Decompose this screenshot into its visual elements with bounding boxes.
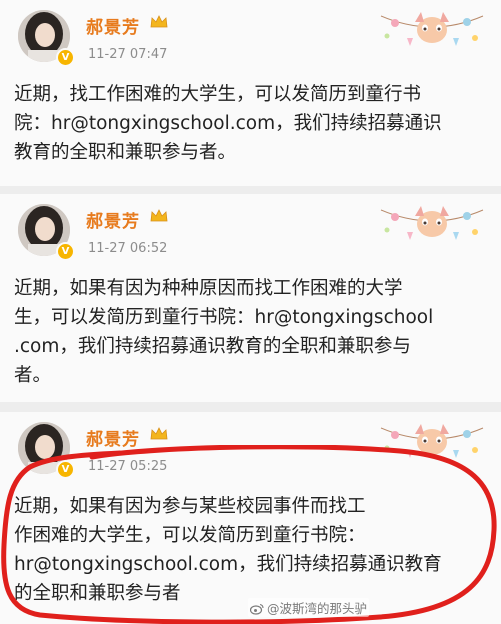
- author-name[interactable]: 郝景芳: [86, 207, 140, 232]
- post-timestamp: 11-27 05:25: [88, 459, 168, 474]
- post-line: 教育的全职和兼职参与者。: [14, 142, 237, 163]
- weibo-icon: [250, 603, 264, 615]
- weibo-post: V 郝景芳 11-27 06:52 近期，如果有因为种种原因而找工作困难的大学 …: [0, 194, 501, 402]
- crown-icon: [150, 15, 168, 28]
- post-line: 生，可以发简历到童行书院：hr@tongxingschool: [14, 307, 434, 328]
- author-name[interactable]: 郝景芳: [86, 425, 140, 450]
- post-timestamp: 11-27 06:52: [88, 241, 168, 256]
- weibo-post: V 郝景芳 11-27 07:47 近期，找工作困难的大学生，可以发简历到童行书…: [0, 0, 501, 186]
- watermark-text: @波斯湾的那头驴: [267, 601, 368, 616]
- card-decoration-icon: [380, 12, 484, 46]
- card-decoration-icon: [380, 424, 484, 458]
- post-line: 近期，如果有因为种种原因而找工作困难的大学: [14, 278, 403, 299]
- verified-badge-icon: V: [56, 460, 75, 479]
- post-line: hr@tongxingschool.com，我们持续招募通识教育: [14, 554, 442, 575]
- post-content: 近期，如果有因为种种原因而找工作困难的大学 生，可以发简历到童行书院：hr@to…: [14, 274, 490, 390]
- weibo-post: V 郝景芳 11-27 05:25 近期，如果有因为参与某些校园事件而找工 作困…: [0, 412, 501, 624]
- post-content: 近期，找工作困难的大学生，可以发简历到童行书 院：hr@tongxingscho…: [14, 80, 490, 167]
- post-line: 近期，找工作困难的大学生，可以发简历到童行书: [14, 84, 422, 105]
- post-line: .com，我们持续招募通识教育的全职和兼职参与: [14, 336, 411, 357]
- post-line: 院：hr@tongxingschool.com，我们持续招募通识: [14, 113, 442, 134]
- post-line: 近期，如果有因为参与某些校园事件而找工: [14, 496, 366, 517]
- watermark: @波斯湾的那头驴: [248, 598, 370, 617]
- author-name[interactable]: 郝景芳: [86, 13, 140, 38]
- crown-icon: [150, 209, 168, 222]
- verified-badge-icon: V: [56, 48, 75, 67]
- post-timestamp: 11-27 07:47: [88, 47, 168, 62]
- post-line: 作困难的大学生，可以发简历到童行书院：: [14, 525, 366, 546]
- card-decoration-icon: [380, 206, 484, 240]
- verified-badge-icon: V: [56, 242, 75, 261]
- post-line: 者。: [14, 365, 52, 386]
- crown-icon: [150, 427, 168, 440]
- post-content: 近期，如果有因为参与某些校园事件而找工 作困难的大学生，可以发简历到童行书院： …: [14, 492, 490, 608]
